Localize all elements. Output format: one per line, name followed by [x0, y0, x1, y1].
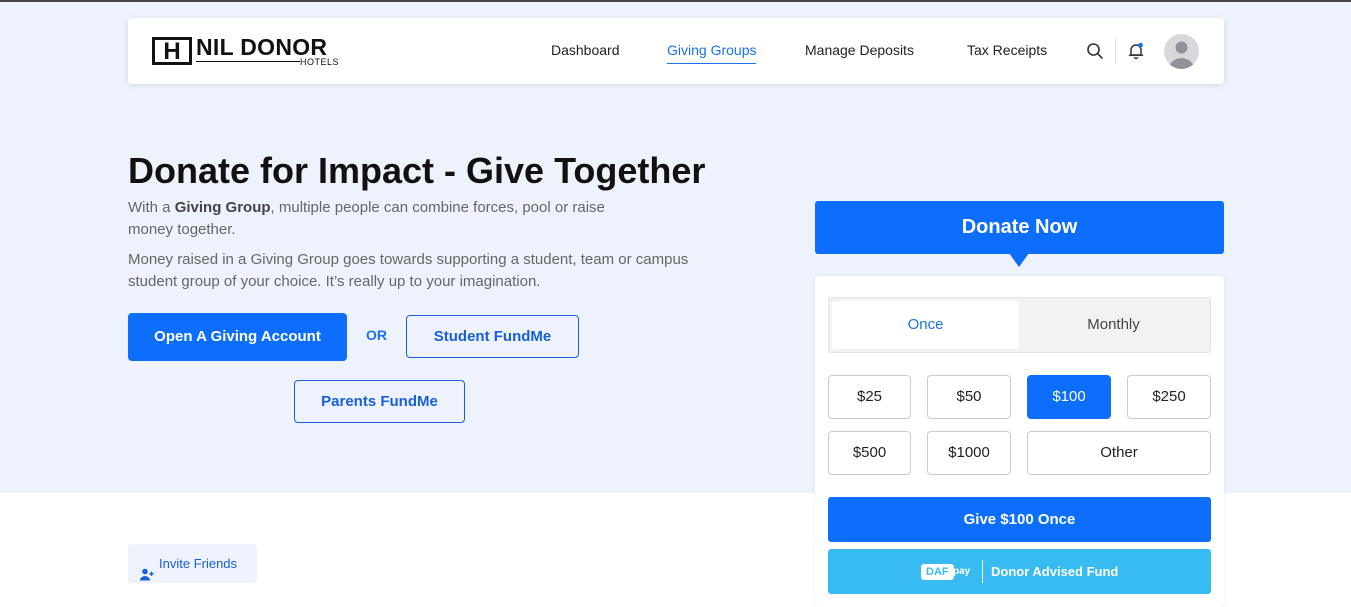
frequency-toggle: Once Monthly	[828, 297, 1211, 353]
daf-divider	[982, 560, 983, 583]
amount-25[interactable]: $25	[828, 375, 911, 419]
amount-500[interactable]: $500	[828, 431, 911, 475]
logo-mark-letter: H	[163, 38, 181, 65]
avatar[interactable]	[1164, 34, 1199, 69]
search-icon[interactable]	[1086, 42, 1104, 60]
logo-rule	[196, 61, 300, 62]
brand-subtitle: HOTELS	[300, 57, 340, 67]
nav-giving-groups[interactable]: Giving Groups	[667, 42, 757, 64]
top-navbar: H NIL DONOR HOTELS Dashboard Giving Grou…	[128, 18, 1224, 84]
brand-logo[interactable]: H NIL DONOR HOTELS	[152, 34, 352, 69]
daf-pay-text: pay	[953, 566, 971, 577]
daf-badge: DAF	[921, 564, 954, 580]
daf-label: Donor Advised Fund	[991, 564, 1119, 579]
hero-paragraph-1: With a Giving Group, multiple people can…	[128, 197, 688, 241]
hero-paragraph-2: Money raised in a Giving Group goes towa…	[128, 249, 768, 293]
amount-other[interactable]: Other	[1027, 431, 1211, 475]
invite-friends-label: Invite Friends	[159, 556, 238, 571]
user-plus-icon	[140, 557, 154, 581]
donate-card: Once Monthly $25 $50 $100 $250 $500 $100…	[815, 276, 1224, 607]
donate-now-header: Donate Now	[815, 201, 1224, 254]
donor-advised-fund-button[interactable]: DAF pay Donor Advised Fund	[828, 549, 1211, 594]
hero-p1-bold: Giving Group	[174, 199, 271, 216]
donate-header-pointer	[1009, 253, 1029, 267]
hero-p1-prefix: With a	[128, 199, 175, 216]
page-title: Donate for Impact - Give Together	[128, 150, 706, 191]
hero-p2-line1: Money raised in a Giving Group goes towa…	[128, 251, 689, 268]
logo-mark: H	[152, 37, 192, 65]
frequency-once[interactable]: Once	[832, 301, 1019, 349]
nav-divider	[1115, 38, 1116, 64]
hero-p1-suffix: , multiple people can combine forces, po…	[270, 199, 605, 216]
bell-icon[interactable]	[1127, 42, 1145, 60]
amount-50[interactable]: $50	[927, 375, 1011, 419]
parents-fundme-button[interactable]: Parents FundMe	[294, 380, 465, 423]
or-separator: OR	[366, 327, 387, 343]
amount-250[interactable]: $250	[1127, 375, 1211, 419]
invite-friends-button[interactable]: Invite Friends	[128, 544, 257, 583]
nav-tax-receipts[interactable]: Tax Receipts	[967, 42, 1047, 58]
hero-p2-line2: student group of your choice. It’s reall…	[128, 273, 541, 290]
hero-p1-line2: money together.	[128, 221, 236, 238]
open-giving-account-button[interactable]: Open A Giving Account	[128, 313, 347, 361]
frequency-monthly[interactable]: Monthly	[1020, 301, 1207, 349]
amount-100[interactable]: $100	[1027, 375, 1111, 419]
nav-dashboard[interactable]: Dashboard	[551, 42, 620, 58]
amount-1000[interactable]: $1000	[927, 431, 1011, 475]
give-button[interactable]: Give $100 Once	[828, 497, 1211, 542]
nav-manage-deposits[interactable]: Manage Deposits	[805, 42, 914, 58]
student-fundme-button[interactable]: Student FundMe	[406, 315, 579, 358]
